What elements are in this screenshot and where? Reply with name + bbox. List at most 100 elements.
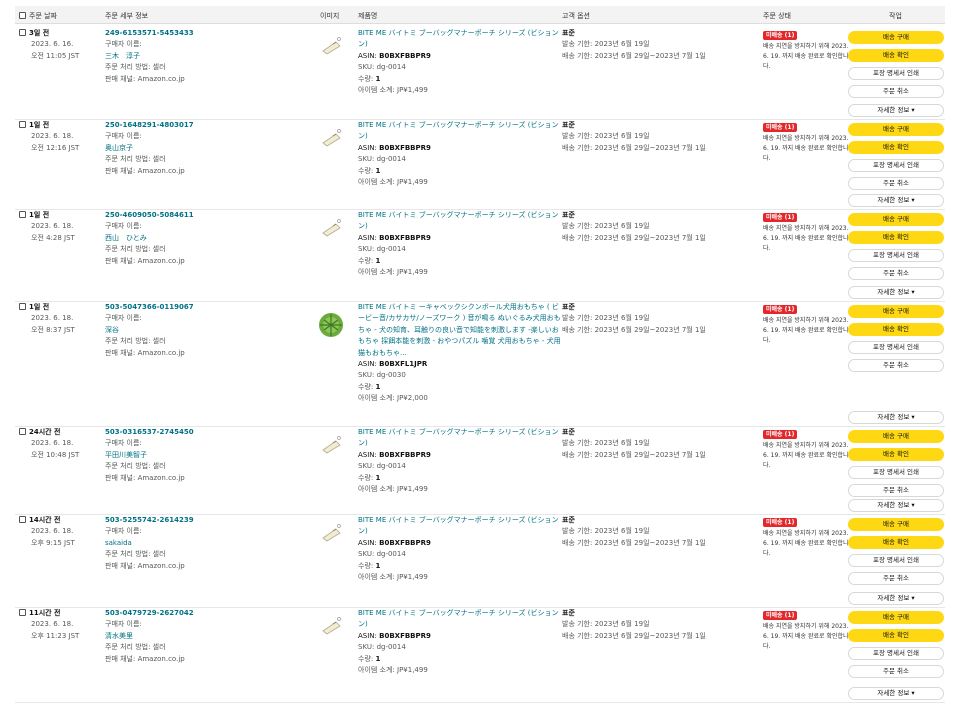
print-packing-slip-button[interactable]: 포장 명세서 인쇄 [848,341,944,354]
select-all[interactable]: 주문 날짜 [19,11,57,21]
col-date[interactable]: 주문 날짜 [29,12,57,20]
print-packing-slip-button[interactable]: 포장 명세서 인쇄 [848,159,944,172]
cancel-order-button[interactable]: 주문 취소 [848,359,944,372]
buy-shipping-button[interactable]: 배송 구매 [848,518,944,531]
confirm-shipment-button[interactable]: 배송 확인 [848,231,944,244]
order-checkbox[interactable] [19,609,26,616]
buyer-name-link[interactable]: 平田川美智子 [105,450,285,461]
confirm-shipment-button[interactable]: 배송 확인 [848,448,944,461]
product-title-link[interactable]: BITE ME バイトミ ブーバッグマナーポーチ シリーズ (ビションン) [358,28,561,51]
buyer-name-link[interactable]: 奥山京子 [105,143,285,154]
qty-label: 수량: [358,654,376,663]
buyer-name-link[interactable]: 深谷 [105,325,285,336]
order-checkbox[interactable] [19,428,26,435]
print-packing-slip-button[interactable]: 포장 명세서 인쇄 [848,466,944,479]
order-checkbox[interactable] [19,303,26,310]
buy-shipping-button[interactable]: 배송 구매 [848,213,944,226]
product-title-link[interactable]: BITE ME バイトミ ブーバッグマナーポーチ シリーズ (ビションン) [358,515,561,538]
asin-label: ASIN: [358,233,380,242]
more-details-button[interactable]: 자세한 정보 ▾ [848,499,944,512]
order-age: 11시간 전 [29,609,61,617]
confirm-shipment-button[interactable]: 배송 확인 [848,629,944,642]
more-details-button[interactable]: 자세한 정보 ▾ [848,592,944,605]
order-date: 2023. 6. 18. [31,132,74,141]
order-id-link[interactable]: 250-1648291-4803017 [105,120,285,131]
product-thumbnail[interactable] [318,614,344,640]
order-id-link[interactable]: 503-5255742-2614239 [105,515,285,526]
qty-value: 1 [375,654,381,663]
product-thumbnail[interactable] [318,216,344,242]
status-note: 배송 지연을 방지하기 위해 2023. 6. 19. 까지 배송 완료로 확인… [763,43,849,71]
buy-shipping-button[interactable]: 배송 구매 [848,305,944,318]
product-thumbnail[interactable] [318,34,344,60]
product-title-link[interactable]: BITE ME バイトミ ブーバッグマナーポーチ シリーズ (ビションン) [358,427,561,450]
buyer-label: 구매자 이름: [105,222,142,231]
cancel-order-button[interactable]: 주문 취소 [848,572,944,585]
buy-shipping-button[interactable]: 배송 구매 [848,611,944,624]
more-details-button[interactable]: 자세한 정보 ▾ [848,104,944,117]
status-note: 배송 지연을 방지하기 위해 2023. 6. 19. 까지 배송 완료로 확인… [763,225,849,253]
order-details-cell: 249-6153571-5453433 구매자 이름: 三木 淳子 주문 처리 … [105,28,285,85]
product-title-link[interactable]: BITE ME バイトミ ブーバッグマナーポーチ シリーズ (ビションン) [358,210,561,233]
order-id-link[interactable]: 250-4609050-5084611 [105,210,285,221]
more-details-button[interactable]: 자세한 정보 ▾ [848,687,944,700]
qty-label: 수량: [358,74,376,83]
order-id-link[interactable]: 503-0479729-2627042 [105,608,285,619]
product-thumbnail[interactable] [318,312,344,338]
sales-channel: 판매 채널: Amazon.co.jp [105,348,185,357]
status-cell: 미배송 (1) 배송 지연을 방지하기 위해 2023. 6. 19. 까지 배… [763,429,851,471]
print-packing-slip-button[interactable]: 포장 명세서 인쇄 [848,67,944,80]
buy-shipping-button[interactable]: 배송 구매 [848,31,944,44]
col-product: 제품명 [358,12,378,20]
print-packing-slip-button[interactable]: 포장 명세서 인쇄 [848,647,944,660]
more-details-button[interactable]: 자세한 정보 ▾ [848,286,944,299]
sku-label: SKU: [358,371,377,380]
ship-by-date: 발송 기한: 2023년 6월 19일 [562,222,650,231]
order-date-cell: 1일 전 2023. 6. 18. 오전 4:28 JST [19,210,75,244]
qty-value: 1 [375,74,381,83]
product-title-link[interactable]: BITE ME バイトミ ブーバッグマナーポーチ シリーズ (ビションン) [358,120,561,143]
col-status: 주문 상태 [763,12,791,20]
product-title-link[interactable]: BITE ME バイトミ ブーバッグマナーポーチ シリーズ (ビションン) [358,608,561,631]
more-details-button[interactable]: 자세한 정보 ▾ [848,194,944,207]
confirm-shipment-button[interactable]: 배송 확인 [848,141,944,154]
order-id-link[interactable]: 503-5047366-0119067 [105,302,285,313]
buyer-name-link[interactable]: sakaida [105,538,285,549]
order-checkbox[interactable] [19,29,26,36]
asin-label: ASIN: [358,538,380,547]
product-thumbnail[interactable] [318,433,344,459]
order-checkbox[interactable] [19,211,26,218]
more-details-button[interactable]: 자세한 정보 ▾ [848,411,944,424]
product-title-link[interactable]: BITE ME バイトミ ーキャベックシクンボール犬用おもちゃ ( ビービー音/… [358,302,561,359]
cancel-order-button[interactable]: 주문 취소 [848,484,944,497]
select-all-checkbox[interactable] [19,12,26,19]
buyer-name-link[interactable]: 清水美里 [105,631,285,642]
order-checkbox[interactable] [19,516,26,523]
order-time: 오전 11:05 JST [31,51,80,60]
order-id-link[interactable]: 249-6153571-5453433 [105,28,285,39]
buy-shipping-button[interactable]: 배송 구매 [848,123,944,136]
order-checkbox[interactable] [19,121,26,128]
confirm-shipment-button[interactable]: 배송 확인 [848,323,944,336]
cancel-order-button[interactable]: 주문 취소 [848,665,944,678]
cancel-order-button[interactable]: 주문 취소 [848,267,944,280]
qty-label: 수량: [358,382,376,391]
subtotal-value: JP¥1,499 [397,485,428,494]
col-details: 주문 세부 정보 [105,12,149,20]
product-thumbnail[interactable] [318,521,344,547]
buy-shipping-button[interactable]: 배송 구매 [848,430,944,443]
order-details-cell: 503-5255742-2614239 구매자 이름: sakaida 주문 처… [105,515,285,572]
product-thumbnail[interactable] [318,126,344,152]
print-packing-slip-button[interactable]: 포장 명세서 인쇄 [848,249,944,262]
confirm-shipment-button[interactable]: 배송 확인 [848,49,944,62]
buyer-name-link[interactable]: 三木 淳子 [105,51,285,62]
sales-channel: 판매 채널: Amazon.co.jp [105,74,185,83]
cancel-order-button[interactable]: 주문 취소 [848,177,944,190]
cancel-order-button[interactable]: 주문 취소 [848,85,944,98]
print-packing-slip-button[interactable]: 포장 명세서 인쇄 [848,554,944,567]
confirm-shipment-button[interactable]: 배송 확인 [848,536,944,549]
order-id-link[interactable]: 503-0316537-2745450 [105,427,285,438]
buyer-name-link[interactable]: 西山 ひとみ [105,233,285,244]
sales-channel: 판매 채널: Amazon.co.jp [105,561,185,570]
options-cell: 표준 발송 기한: 2023년 6월 19일 배송 기한: 2023년 6월 2… [562,302,762,336]
